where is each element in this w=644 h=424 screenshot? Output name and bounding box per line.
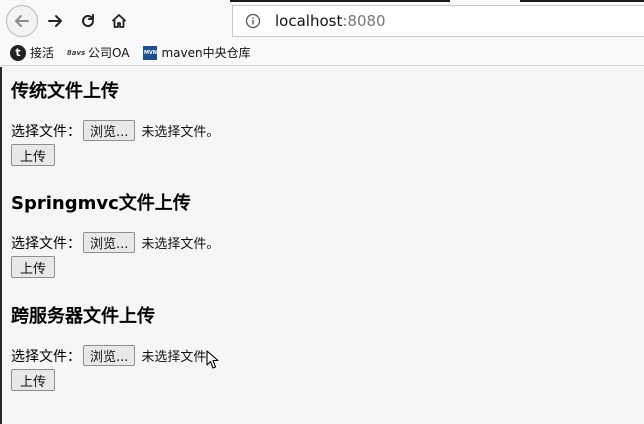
file-input-row: 选择文件： 浏览... 未选择文件。 <box>11 232 219 253</box>
arrow-right-icon <box>48 15 62 27</box>
oa-icon: 8avs <box>66 48 86 57</box>
url-host: localhost <box>275 12 343 30</box>
url-port: :8080 <box>342 12 386 30</box>
page-content: 传统文件上传 选择文件： 浏览... 未选择文件。 上传 Springmvc文件… <box>0 67 644 424</box>
file-input-row: 选择文件： 浏览... 未选择文件。 <box>11 120 219 141</box>
upload-section-traditional: 传统文件上传 <box>11 77 119 103</box>
bookmark-company-oa[interactable]: 8avs 公司OA <box>66 44 130 61</box>
bookmarks-bar: t 接活 8avs 公司OA MVN maven中央仓库 <box>0 40 644 66</box>
upload-button[interactable]: 上传 <box>11 144 56 166</box>
section-title: 跨服务器文件上传 <box>11 306 155 327</box>
upload-section-cross-server: 跨服务器文件上传 <box>11 302 155 328</box>
upload-button[interactable]: 上传 <box>11 369 56 391</box>
reload-icon <box>82 14 94 27</box>
no-file-text: 未选择文件。 <box>141 125 220 140</box>
section-title: Springmvc文件上传 <box>11 193 191 214</box>
t-circle-icon: t <box>10 44 26 61</box>
home-button[interactable] <box>104 6 134 36</box>
url-text: localhost:8080 <box>275 12 386 30</box>
tab-strip-edge <box>520 0 644 2</box>
forward-button[interactable] <box>40 6 70 36</box>
browse-button[interactable]: 浏览... <box>83 232 136 253</box>
section-title: 传统文件上传 <box>11 81 119 102</box>
file-input-row: 选择文件： 浏览... 未选择文件。 <box>11 345 219 366</box>
mvn-icon: MVN <box>143 45 158 60</box>
bookmark-label: maven中央仓库 <box>161 46 251 60</box>
browse-button[interactable]: 浏览... <box>83 120 136 141</box>
home-icon <box>111 14 127 28</box>
info-icon <box>245 13 261 29</box>
browser-toolbar: localhost:8080 <box>0 0 644 40</box>
bookmark-label: 接活 <box>30 46 55 60</box>
arrow-left-icon <box>15 15 29 27</box>
bookmark-label: 公司OA <box>88 46 130 60</box>
upload-button[interactable]: 上传 <box>11 256 56 278</box>
upload-section-springmvc: Springmvc文件上传 <box>11 189 191 215</box>
bookmark-jiehuo[interactable]: t 接活 <box>10 44 54 61</box>
back-button[interactable] <box>6 5 38 37</box>
no-file-text: 未选择文件。 <box>141 237 220 252</box>
bookmark-maven[interactable]: MVN maven中央仓库 <box>143 44 251 61</box>
url-bar[interactable]: localhost:8080 <box>232 5 644 37</box>
browse-button[interactable]: 浏览... <box>83 345 136 366</box>
tab-strip-edge <box>230 0 450 2</box>
reload-button[interactable] <box>73 6 103 36</box>
mouse-cursor-icon <box>206 350 219 369</box>
file-label: 选择文件： <box>11 348 81 365</box>
file-label: 选择文件： <box>11 235 81 252</box>
file-label: 选择文件： <box>11 123 81 140</box>
